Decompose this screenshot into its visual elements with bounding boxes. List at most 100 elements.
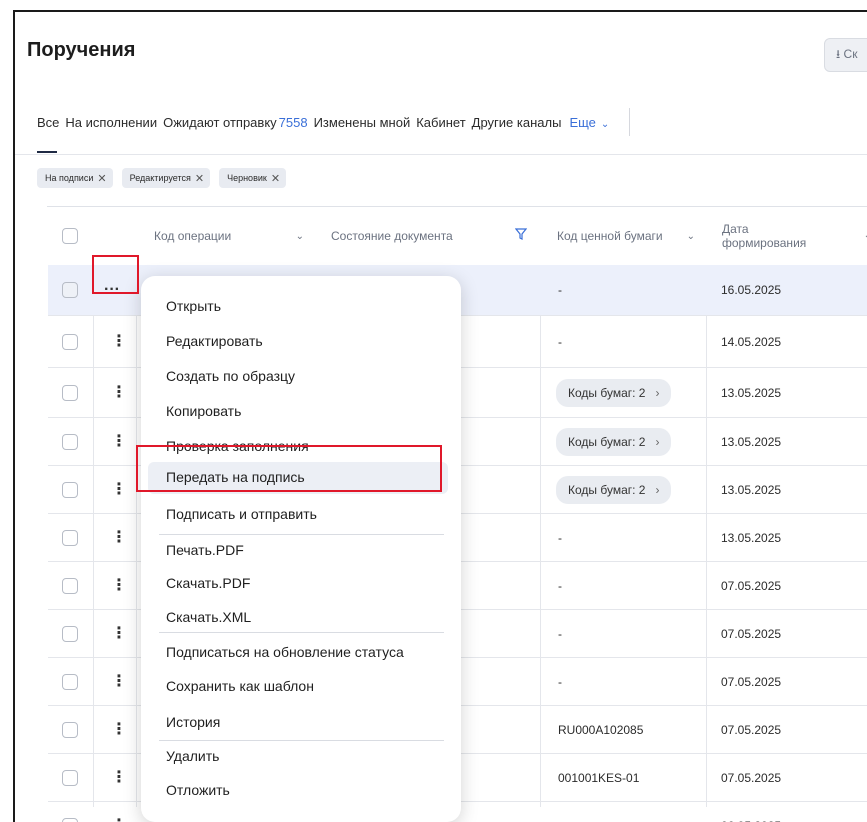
security-code: -	[558, 579, 562, 593]
table-header: Код операции ⌄ Состояние документа Код ц…	[48, 207, 867, 266]
context-menu: Открыть Редактировать Создать по образцу Ко…	[141, 276, 461, 822]
securities-count-label: Коды бумаг: 2	[568, 483, 646, 497]
security-code: -	[558, 627, 562, 641]
filter-icon[interactable]	[515, 228, 527, 240]
formation-date: 13.05.2025	[721, 386, 782, 400]
menu-separator	[159, 534, 444, 535]
more-vertical-icon[interactable]: ⋮	[111, 317, 127, 367]
chevron-right-icon: ›	[655, 435, 660, 449]
tab-all[interactable]: Все	[37, 115, 59, 130]
menu-item-highlight	[136, 445, 442, 492]
row-checkbox[interactable]	[62, 722, 78, 738]
tab-count-badge: 7558	[278, 114, 308, 130]
formation-date: 07.05.2025	[721, 627, 782, 641]
row-checkbox[interactable]	[62, 578, 78, 594]
menu-item-copy[interactable]: Копировать	[166, 403, 241, 419]
more-vertical-icon[interactable]: ⋮	[111, 803, 127, 822]
more-vertical-icon[interactable]: ⋮	[111, 755, 127, 801]
tab-awaiting-send[interactable]: Ожидают отправку 7558	[163, 115, 307, 130]
row-checkbox[interactable]	[62, 282, 78, 298]
row-checkbox[interactable]	[62, 818, 78, 822]
tab-other-channels[interactable]: Другие каналы	[472, 115, 562, 130]
more-vertical-icon[interactable]: ⋮	[111, 659, 127, 705]
header-date[interactable]: Дата формирования ⌄	[722, 207, 867, 265]
app-window: Поручения ⭳ Ск Все На исполнении Ожидают…	[13, 10, 867, 822]
securities-count-button[interactable]: Коды бумаг: 2 ›	[556, 379, 672, 407]
securities-count-label: Коды бумаг: 2	[568, 386, 646, 400]
menu-item-postpone[interactable]: Отложить	[166, 782, 230, 798]
securities-count-label: Коды бумаг: 2	[568, 435, 646, 449]
select-all-checkbox[interactable]	[62, 228, 78, 244]
more-vertical-icon[interactable]: ⋮	[111, 563, 127, 609]
close-icon[interactable]: ✕	[195, 172, 204, 185]
chevron-down-icon[interactable]: ⌄	[864, 229, 867, 243]
chevron-right-icon: ›	[655, 483, 660, 497]
row-checkbox[interactable]	[62, 434, 78, 450]
formation-date: 16.05.2025	[721, 283, 782, 297]
header-code[interactable]: Код операции ⌄	[154, 207, 314, 265]
formation-date: 07.05.2025	[721, 579, 782, 593]
filter-chip[interactable]: Редактируется ✕	[121, 168, 211, 188]
securities-count-button[interactable]: Коды бумаг: 2 ›	[556, 428, 672, 456]
chevron-down-icon[interactable]: ⌄	[687, 231, 695, 242]
tabs-divider	[15, 154, 867, 155]
header-security[interactable]: Код ценной бумаги ⌄	[557, 207, 705, 265]
menu-item-download-pdf[interactable]: Скачать.PDF	[166, 575, 250, 591]
formation-date: 14.05.2025	[721, 335, 782, 349]
active-tab-indicator	[37, 151, 57, 153]
row-checkbox[interactable]	[62, 385, 78, 401]
menu-item-history[interactable]: История	[166, 714, 220, 730]
page-title: Поручения	[27, 39, 136, 61]
menu-item-subscribe-status[interactable]: Подписаться на обновление статуса	[166, 644, 404, 660]
more-vertical-icon[interactable]: ⋮	[111, 707, 127, 753]
menu-item-print-pdf[interactable]: Печать.PDF	[166, 542, 244, 558]
security-code: 001001KES-01	[558, 771, 640, 785]
tab-changed-by-me[interactable]: Изменены мной	[314, 115, 411, 130]
row-checkbox[interactable]	[62, 334, 78, 350]
menu-item-edit[interactable]: Редактировать	[166, 333, 263, 349]
more-vertical-icon[interactable]: ⋮	[111, 369, 127, 417]
menu-item-download-xml[interactable]: Скачать.XML	[166, 609, 251, 625]
securities-count-button[interactable]: Коды бумаг: 2 ›	[556, 476, 672, 504]
filter-chip[interactable]: На подписи ✕	[37, 168, 113, 188]
tab-in-progress[interactable]: На исполнении	[65, 115, 157, 130]
chevron-down-icon[interactable]: ⌄	[296, 231, 304, 242]
formation-date: 07.05.2025	[721, 675, 782, 689]
export-button[interactable]: ⭳ Ск	[824, 38, 867, 72]
formation-date: 07.05.2025	[721, 723, 782, 737]
formation-date: 07.05.2025	[721, 771, 782, 785]
more-vertical-icon[interactable]: ⋮	[111, 467, 127, 513]
menu-item-save-as-template[interactable]: Сохранить как шаблон	[166, 678, 314, 694]
row-checkbox[interactable]	[62, 482, 78, 498]
formation-date: 13.05.2025	[721, 435, 782, 449]
menu-item-open[interactable]: Открыть	[166, 298, 221, 314]
tab-cabinet[interactable]: Кабинет	[416, 115, 465, 130]
row-checkbox[interactable]	[62, 770, 78, 786]
security-code: -	[558, 335, 562, 349]
filter-chips: На подписи ✕ Редактируется ✕ Черновик ✕	[37, 168, 287, 188]
more-actions-highlight	[92, 255, 139, 294]
formation-date: 13.05.2025	[721, 483, 782, 497]
more-vertical-icon[interactable]: ⋮	[111, 611, 127, 657]
close-icon[interactable]: ✕	[97, 172, 106, 185]
more-vertical-icon[interactable]: ⋮	[111, 419, 127, 465]
tab-divider	[629, 108, 631, 136]
orders-table: Код операции ⌄ Состояние документа Код ц…	[47, 206, 867, 822]
filter-chip[interactable]: Черновик ✕	[219, 168, 287, 188]
security-code: -	[558, 283, 562, 297]
more-vertical-icon[interactable]: ⋮	[111, 515, 127, 561]
tab-more[interactable]: Еще ⌄	[569, 115, 609, 130]
menu-item-delete[interactable]: Удалить	[166, 748, 219, 764]
menu-separator	[159, 740, 444, 741]
menu-item-create-from-template[interactable]: Создать по образцу	[166, 368, 295, 384]
menu-item-sign-and-send[interactable]: Подписать и отправить	[166, 506, 317, 522]
row-checkbox[interactable]	[62, 674, 78, 690]
close-icon[interactable]: ✕	[271, 172, 280, 185]
security-code: RU000A102085	[558, 723, 644, 737]
header-state[interactable]: Состояние документа	[331, 207, 539, 265]
menu-separator	[159, 632, 444, 633]
row-checkbox[interactable]	[62, 626, 78, 642]
row-checkbox[interactable]	[62, 530, 78, 546]
security-code: -	[558, 675, 562, 689]
security-code: -	[558, 531, 562, 545]
